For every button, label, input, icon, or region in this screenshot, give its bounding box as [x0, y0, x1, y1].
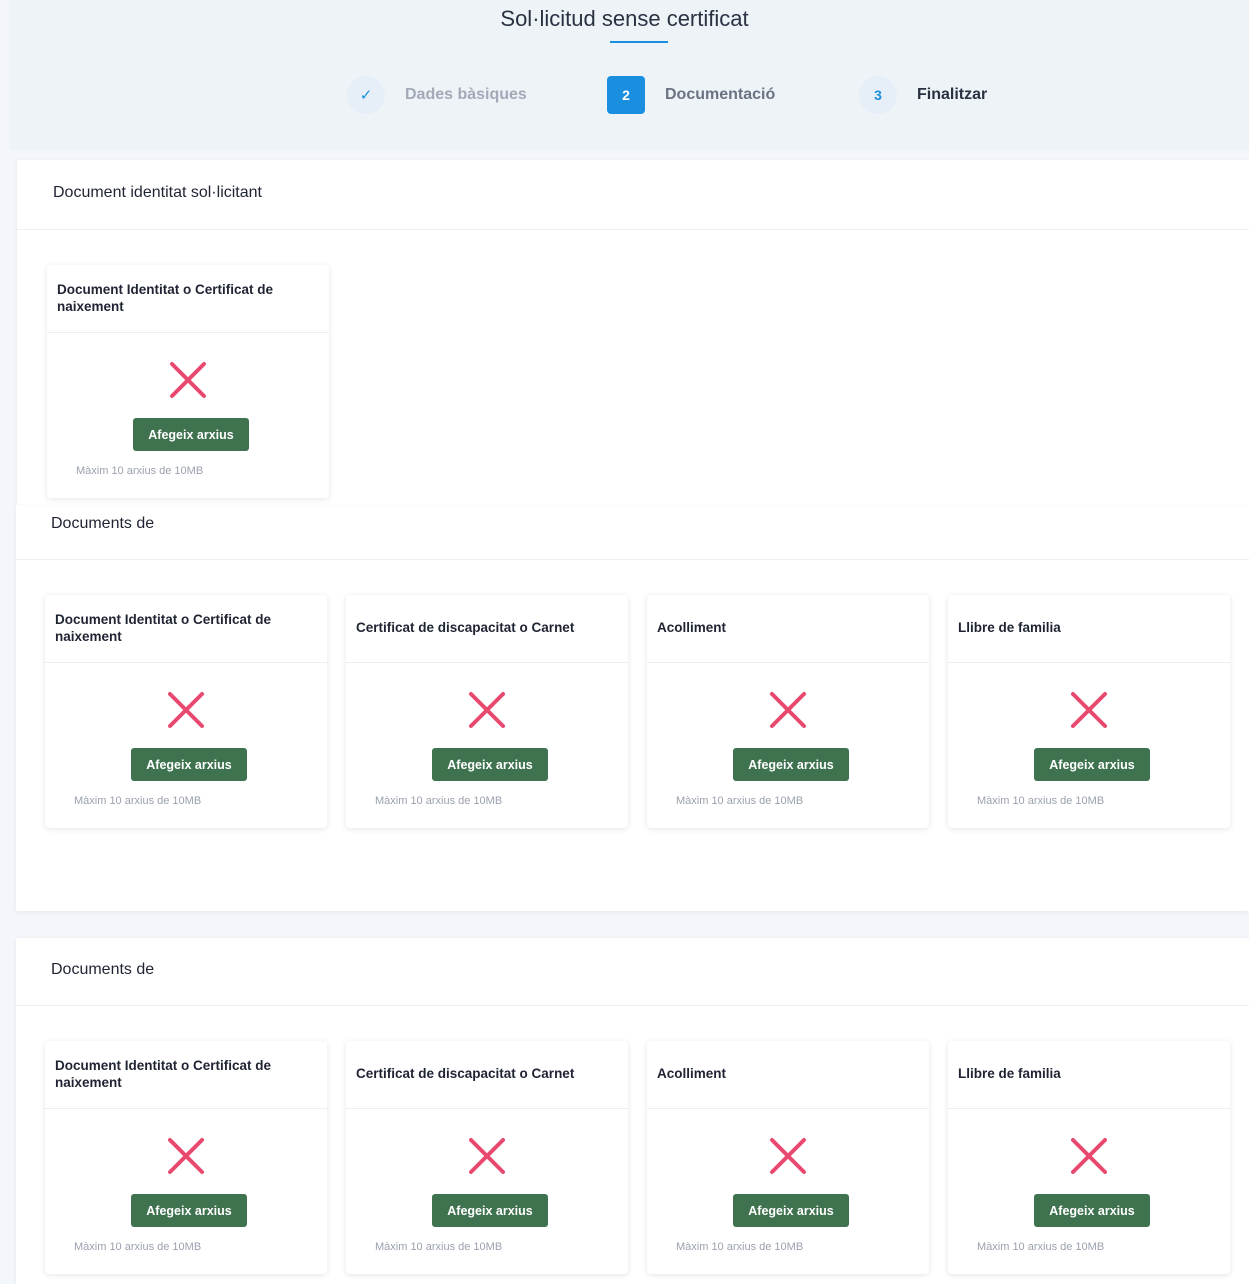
add-files-button[interactable]: Afegeix arxius [432, 1194, 548, 1227]
card-header: Certificat de discapacitat o Carnet [346, 1041, 628, 1109]
section-header: Documents de [16, 938, 1249, 1006]
add-files-button[interactable]: Afegeix arxius [133, 418, 249, 451]
step-label: Dades bàsiques [405, 86, 527, 103]
document-card: Acolliment Afegeix arxius Màxim 10 arxiu… [647, 1041, 929, 1274]
step-label: Documentació [665, 86, 776, 103]
file-limit-note: Màxim 10 arxius de 10MB [676, 1241, 804, 1253]
document-card: Acolliment Afegeix arxius Màxim 10 arxiu… [647, 595, 929, 828]
card-header: Llibre de familia [948, 595, 1230, 663]
file-limit-note: Màxim 10 arxius de 10MB [76, 465, 204, 477]
card-title: Acolliment [657, 1066, 727, 1082]
card-title: Acolliment [657, 620, 727, 636]
step-basic-data[interactable]: ✓ Dades bàsiques [347, 76, 527, 114]
step-label: Finalitzar [917, 86, 988, 103]
missing-file-icon [168, 1138, 204, 1174]
document-card: Llibre de familia Afegeix arxius Màxim 1… [948, 1041, 1230, 1274]
card-title: Llibre de familia [958, 620, 1061, 636]
missing-file-icon [469, 692, 505, 728]
missing-file-icon [1071, 1138, 1107, 1174]
file-limit-note: Màxim 10 arxius de 10MB [74, 795, 202, 807]
card-header: Document Identitat o Certificat de naixe… [47, 265, 329, 333]
card-title: Llibre de familia [958, 1066, 1061, 1082]
section-applicant-identity: Document identitat sol·licitant Document… [17, 160, 1249, 505]
card-title: Document Identitat o Certificat de naixe… [55, 611, 272, 644]
card-header: Acolliment [647, 595, 929, 663]
section-title: Document identitat sol·licitant [53, 184, 262, 201]
add-files-button[interactable]: Afegeix arxius [1034, 748, 1150, 781]
card-title: Certificat de discapacitat o Carnet [356, 620, 575, 636]
add-files-button[interactable]: Afegeix arxius [1034, 1194, 1150, 1227]
add-files-button[interactable]: Afegeix arxius [131, 748, 247, 781]
add-files-button[interactable]: Afegeix arxius [131, 1194, 247, 1227]
section-documents-1: Documents de Document Identitat o Certif… [16, 505, 1249, 911]
card-header: Certificat de discapacitat o Carnet [346, 595, 628, 663]
card-title: Certificat de discapacitat o Carnet [356, 1066, 575, 1082]
document-card: Document Identitat o Certificat de naixe… [45, 1041, 327, 1274]
card-header: Document Identitat o Certificat de naixe… [45, 1041, 327, 1109]
missing-file-icon [770, 1138, 806, 1174]
section-documents-2: Documents de Document Identitat o Certif… [16, 938, 1249, 1284]
file-limit-note: Màxim 10 arxius de 10MB [375, 795, 503, 807]
file-limit-note: Màxim 10 arxius de 10MB [977, 1241, 1105, 1253]
section-title: Documents de [51, 515, 155, 532]
card-title: Document Identitat o Certificat de naixe… [55, 1057, 272, 1090]
step-number: 2 [607, 76, 645, 114]
missing-file-icon [168, 692, 204, 728]
step-number: 3 [859, 76, 897, 114]
card-header: Llibre de familia [948, 1041, 1230, 1109]
step-finish[interactable]: 3 Finalitzar [859, 76, 987, 114]
section-header: Documents de [16, 505, 1249, 560]
section-title: Documents de [51, 961, 155, 978]
section-header: Document identitat sol·licitant [17, 160, 1249, 230]
document-card: Document Identitat o Certificat de naixe… [47, 265, 329, 498]
document-card: Document Identitat o Certificat de naixe… [45, 595, 327, 828]
file-limit-note: Màxim 10 arxius de 10MB [375, 1241, 503, 1253]
file-limit-note: Màxim 10 arxius de 10MB [74, 1241, 202, 1253]
card-header: Document Identitat o Certificat de naixe… [45, 595, 327, 663]
document-card: Certificat de discapacitat o Carnet Afeg… [346, 595, 628, 828]
missing-file-icon [770, 692, 806, 728]
file-limit-note: Màxim 10 arxius de 10MB [676, 795, 804, 807]
add-files-button[interactable]: Afegeix arxius [733, 1194, 849, 1227]
add-files-button[interactable]: Afegeix arxius [432, 748, 548, 781]
missing-file-icon [1071, 692, 1107, 728]
card-title: Document Identitat o Certificat de naixe… [57, 281, 274, 314]
add-files-button[interactable]: Afegeix arxius [733, 748, 849, 781]
check-icon: ✓ [347, 76, 385, 114]
missing-file-icon [469, 1138, 505, 1174]
document-card: Certificat de discapacitat o Carnet Afeg… [346, 1041, 628, 1274]
card-header: Acolliment [647, 1041, 929, 1109]
missing-file-icon [170, 362, 206, 398]
page-title: Sol·licitud sense certificat [500, 6, 749, 31]
step-documentation[interactable]: 2 Documentació [607, 76, 775, 114]
document-card: Llibre de familia Afegeix arxius Màxim 1… [948, 595, 1230, 828]
file-limit-note: Màxim 10 arxius de 10MB [977, 795, 1105, 807]
title-underline [610, 41, 668, 43]
